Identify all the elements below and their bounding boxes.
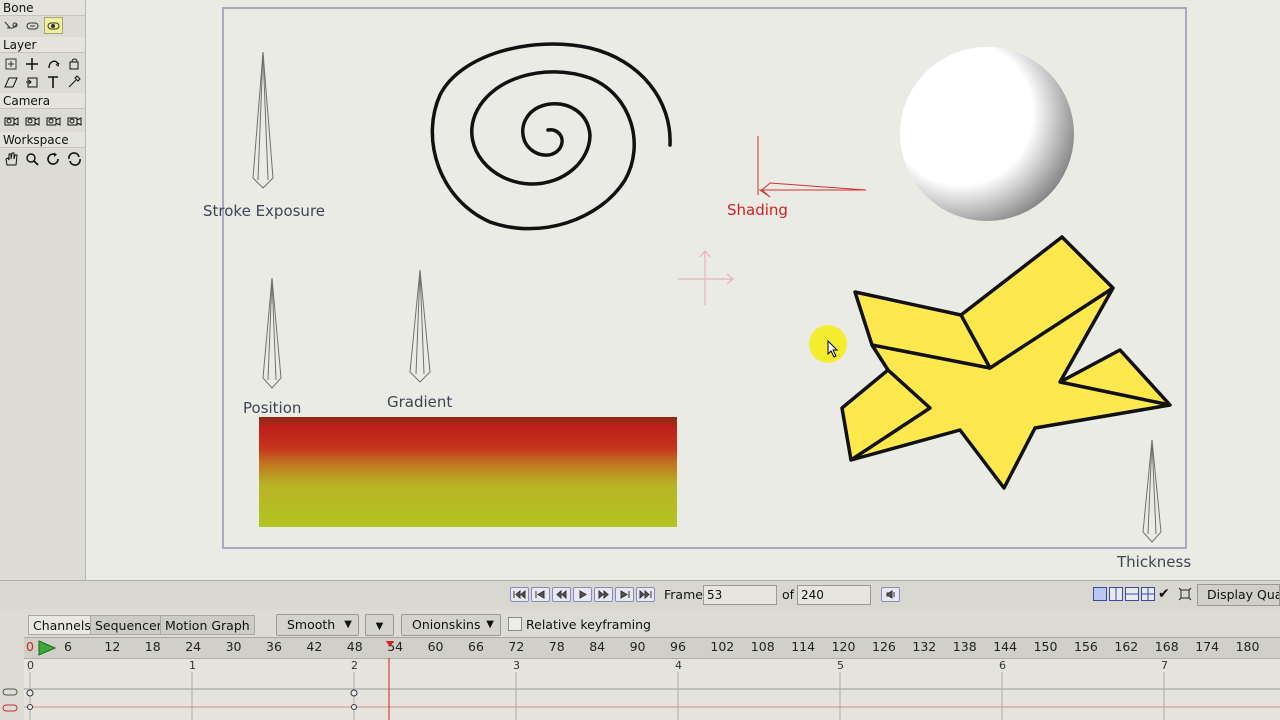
- label-gradient: Gradient: [387, 393, 453, 411]
- frame-ruler[interactable]: 0 6 12 18 24 30 36 42 48 54 60 66 72 78 84 90 96 102 108 1…: [24, 637, 1280, 659]
- track-marker-label: 7: [1161, 659, 1168, 672]
- label-position: Position: [243, 399, 302, 417]
- ruler-tick-label: 36: [266, 639, 282, 654]
- tab-channels[interactable]: Channels: [28, 615, 96, 635]
- ruler-tick-label: 12: [104, 639, 121, 654]
- chevron-down-icon: ▼: [344, 619, 352, 630]
- spiral-stroke: [430, 42, 672, 231]
- chevron-down-icon: ▼: [486, 619, 494, 630]
- frame-label: Frame: [664, 587, 703, 602]
- label-stroke-exposure: Stroke Exposure: [203, 202, 326, 220]
- layer-channel-icon: [2, 702, 20, 714]
- previous-keyframe-button[interactable]: [531, 587, 550, 602]
- frame-input[interactable]: 53: [703, 585, 777, 605]
- relative-keyframing-label: Relative keyframing: [526, 617, 651, 632]
- ruler-tick-label: 78: [548, 639, 565, 654]
- track-marker-label: 1: [189, 659, 196, 672]
- ruler-tick-label: 168: [1154, 639, 1179, 654]
- ruler-tick-label: 126: [872, 639, 896, 654]
- relative-keyframing-checkbox[interactable]: [508, 617, 522, 631]
- ruler-tick-label: 60: [427, 639, 444, 654]
- track-marker-label: 0: [27, 659, 34, 672]
- ruler-tick-label: 174: [1195, 639, 1220, 654]
- fit-frame-icon[interactable]: [1178, 587, 1192, 601]
- origin-crosshair: [678, 250, 734, 305]
- ruler-tick-label: 66: [468, 639, 484, 654]
- track-marker-label: 4: [675, 659, 682, 672]
- gradient-handle: [409, 269, 431, 383]
- split-vertical-view-icon[interactable]: [1109, 587, 1123, 601]
- play-button[interactable]: [573, 587, 592, 602]
- ruler-tick-label: 150: [1033, 639, 1058, 654]
- ruler-tick-label: 180: [1235, 639, 1260, 654]
- bone-channel-icon: [2, 686, 20, 698]
- ruler-tick-label: 132: [912, 639, 937, 654]
- ruler-tick-label: 144: [993, 639, 1018, 654]
- checkmark-icon[interactable]: ✔: [1158, 586, 1174, 602]
- quad-view-icon[interactable]: [1141, 587, 1155, 601]
- ruler-tick-label: 156: [1074, 639, 1098, 654]
- gradient-rectangle: [259, 417, 677, 527]
- first-frame-button[interactable]: [510, 587, 529, 602]
- transport-bar: Frame 53 of 240 ✔ Display Quali: [0, 580, 1280, 610]
- play-triangle-icon[interactable]: [37, 640, 57, 656]
- ruler-tick-label: 138: [952, 639, 977, 654]
- ruler-tick-label: 48: [346, 639, 363, 654]
- last-frame-button[interactable]: [636, 587, 655, 602]
- ruler-tick-label: 24: [185, 639, 202, 654]
- single-view-icon[interactable]: [1093, 587, 1107, 601]
- playhead-marker[interactable]: [386, 636, 394, 647]
- shaded-sphere: [900, 47, 1074, 221]
- track-marker-label: 5: [837, 659, 844, 672]
- ruler-tick-label: 90: [629, 639, 646, 654]
- of-label: of: [782, 587, 795, 602]
- shading-light-handle: [757, 136, 867, 198]
- ruler-tick-label: 108: [750, 639, 775, 654]
- thickness-handle: [1142, 439, 1162, 543]
- chevron-down-icon: ▼: [375, 621, 384, 632]
- split-horizontal-view-icon[interactable]: [1125, 587, 1139, 601]
- canvas-artwork: [252, 42, 1172, 543]
- tab-motion-graph[interactable]: Motion Graph: [160, 615, 255, 635]
- track-lines: [24, 658, 1280, 720]
- ruler-tick-label: 114: [791, 639, 816, 654]
- track-marker-label: 2: [351, 659, 358, 672]
- audio-toggle-button[interactable]: [881, 587, 900, 602]
- tab-sequencer[interactable]: Sequencer: [90, 615, 167, 635]
- total-frames-input[interactable]: 240: [797, 585, 871, 605]
- onionskins-dropdown[interactable]: Onionskins ▼: [401, 614, 501, 636]
- ruler-tick-label: 30: [225, 639, 242, 654]
- interpolation-dropdown[interactable]: Smooth ▼: [276, 614, 359, 636]
- label-thickness: Thickness: [1117, 553, 1192, 571]
- keyframe-menu-dropdown[interactable]: ▼: [365, 614, 394, 636]
- next-keyframe-button[interactable]: [615, 587, 634, 602]
- onionskins-value: Onionskins: [412, 617, 481, 632]
- ruler-tick-label: 96: [670, 639, 686, 654]
- track-marker-label: 6: [999, 659, 1006, 672]
- next-frame-button[interactable]: [594, 587, 613, 602]
- previous-frame-button[interactable]: [552, 587, 571, 602]
- ruler-tick-label: 18: [144, 639, 161, 654]
- track-marker-label: 3: [513, 659, 520, 672]
- yellow-star: [840, 235, 1172, 490]
- interpolation-value: Smooth: [287, 617, 336, 632]
- ruler-tick-label: 102: [710, 639, 735, 654]
- ruler-tick-label: 84: [589, 639, 606, 654]
- ruler-tick-label: 120: [831, 639, 856, 654]
- label-shading: Shading: [727, 201, 788, 219]
- display-quality-button[interactable]: Display Quali: [1197, 584, 1280, 606]
- ruler-tick-label: 72: [508, 639, 525, 654]
- position-handle: [262, 277, 282, 389]
- ruler-start-label: 0: [26, 639, 34, 654]
- stroke-exposure-handle: [252, 51, 274, 189]
- ruler-tick-label: 6: [64, 639, 72, 654]
- ruler-tick-label: 162: [1114, 639, 1139, 654]
- timeline-tracks[interactable]: 0 1 2 3 4 5 6 7: [24, 658, 1280, 720]
- ruler-tick-label: 42: [306, 639, 323, 654]
